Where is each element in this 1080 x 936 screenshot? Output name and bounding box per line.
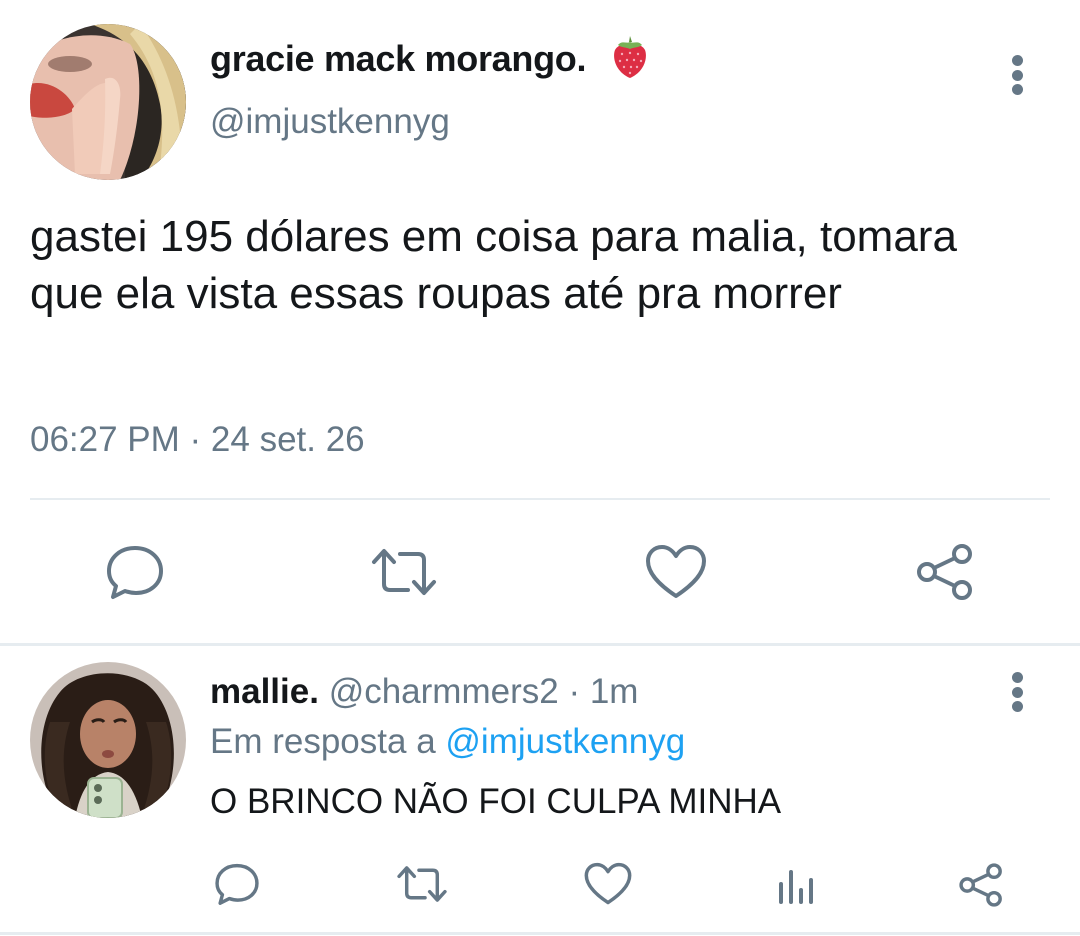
dot (1011, 686, 1023, 698)
reply-icon[interactable] (105, 544, 165, 600)
like-icon[interactable] (584, 862, 632, 906)
tweet-text: gastei 195 dólares em coisa para malia, … (30, 212, 957, 318)
dot (1011, 701, 1023, 712)
reply-time: · 1m (568, 672, 639, 711)
retweet-icon[interactable] (396, 864, 448, 904)
divider (30, 498, 1050, 500)
more-options-icon[interactable] (1011, 55, 1023, 95)
stats-icon[interactable] (776, 866, 816, 906)
retweet-icon[interactable] (370, 546, 438, 598)
share-icon[interactable] (915, 543, 975, 601)
author-name[interactable]: gracie mack morango. (210, 38, 586, 80)
tweet-timestamp: 06:27 PM · 24 set. 26 (30, 420, 365, 459)
more-options-icon[interactable] (1011, 672, 1023, 712)
strawberry-emoji-icon (610, 36, 650, 80)
reply-author-handle[interactable]: @charmmers2 (329, 672, 559, 711)
author-handle[interactable]: @imjustkennyg (210, 102, 450, 142)
reply-icon[interactable] (214, 862, 260, 906)
dot (1011, 84, 1023, 95)
tweet-detail-page: gracie mack morango. @imjustkennyg gaste… (0, 0, 1080, 936)
reply-header: mallie. @charmmers2 · 1m (210, 672, 638, 712)
avatar-photo (30, 662, 186, 818)
author-avatar[interactable] (30, 24, 186, 180)
divider (0, 643, 1080, 646)
replying-to-label: Em resposta a (210, 722, 436, 761)
like-icon[interactable] (645, 544, 707, 600)
replying-to: Em resposta a @imjustkennyg (210, 722, 685, 762)
dot (1011, 672, 1023, 683)
reply-author-name[interactable]: mallie. (210, 672, 319, 711)
avatar-photo (30, 24, 186, 180)
dot (1011, 69, 1023, 81)
replying-to-handle-link[interactable]: @imjustkennyg (445, 722, 685, 761)
reply-text: O BRINCO NÃO FOI CULPA MINHA (210, 782, 782, 821)
divider (0, 932, 1080, 935)
share-icon[interactable] (958, 862, 1004, 908)
dot (1011, 55, 1023, 66)
reply-author-avatar[interactable] (30, 662, 186, 818)
main-tweet: gracie mack morango. @imjustkennyg gaste… (0, 0, 1080, 645)
